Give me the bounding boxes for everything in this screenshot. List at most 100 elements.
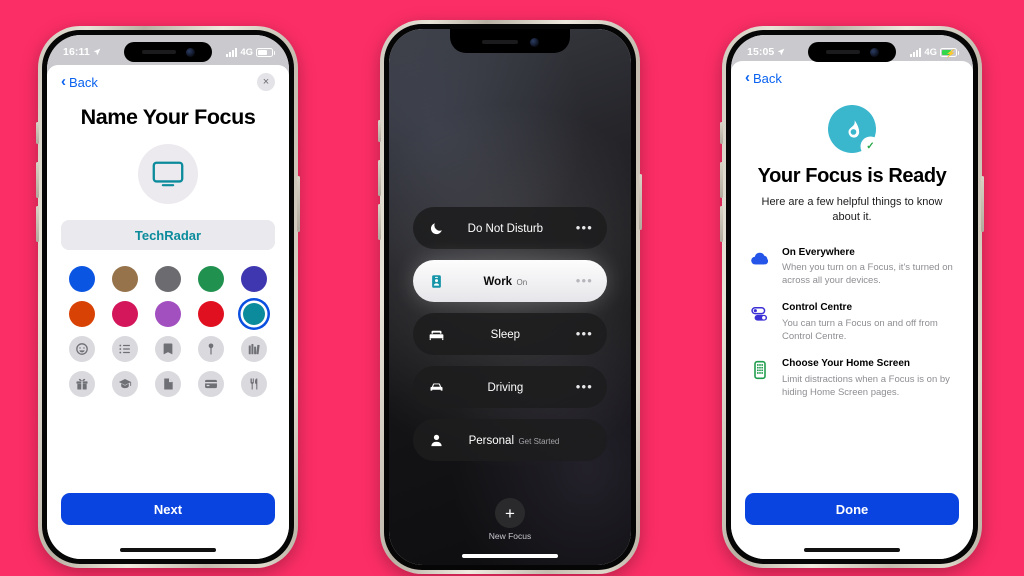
focus-name-input[interactable]: TechRadar xyxy=(61,220,275,250)
focus-ready-sheet: ‹ Back ✓ Your Focus is Ready Here are a … xyxy=(731,61,973,559)
color-swatch-blue[interactable] xyxy=(69,266,96,292)
color-swatch-brown[interactable] xyxy=(112,266,139,292)
phone-device-2: Do Not Disturb ••• Work On ••• Sleep •••… xyxy=(378,20,642,574)
focus-modes-list: Do Not Disturb ••• Work On ••• Sleep •••… xyxy=(413,207,607,461)
monitor-icon xyxy=(152,161,184,186)
color-swatch-red[interactable] xyxy=(197,301,224,327)
back-label: Back xyxy=(753,70,782,86)
focus-row-personal[interactable]: Personal Get Started xyxy=(413,419,607,461)
done-button[interactable]: Done xyxy=(745,493,959,525)
status-time: 16:11 xyxy=(63,46,101,58)
phone-device-1: 16:11 4G ‹ Back × Name Your Focus TechRa… xyxy=(36,26,300,568)
more-options-button[interactable]: ••• xyxy=(576,380,593,393)
smiley-icon-button[interactable] xyxy=(69,336,96,362)
battery-icon xyxy=(256,47,275,57)
status-time-text: 16:11 xyxy=(63,46,90,58)
focus-name: Do Not Disturb xyxy=(467,223,544,235)
feature-text: On Everywhere When you turn on a Focus, … xyxy=(782,247,959,288)
feature-text: Control Centre You can turn a Focus on a… xyxy=(782,302,959,343)
focus-status: Get Started xyxy=(518,437,560,446)
back-label: Back xyxy=(69,74,98,90)
mute-switch-3[interactable] xyxy=(720,122,723,144)
status-bar-1: 16:11 4G xyxy=(47,35,289,65)
power-button[interactable] xyxy=(297,176,300,232)
volume-up-button-2[interactable] xyxy=(378,160,381,196)
power-button-2[interactable] xyxy=(639,174,642,230)
color-swatch-teal[interactable] xyxy=(242,303,265,325)
more-options-button[interactable]: ••• xyxy=(576,221,593,234)
bookmark-icon-button[interactable] xyxy=(154,336,181,362)
focus-row-work[interactable]: Work On ••• xyxy=(413,260,607,302)
focus-row-labels: Driving xyxy=(435,378,576,396)
chevron-left-icon: ‹ xyxy=(745,69,750,86)
speaker-slot-2 xyxy=(481,40,518,44)
focus-ready-logo: ✓ xyxy=(828,105,879,155)
list-icon-button[interactable] xyxy=(112,336,139,362)
graduation-cap-icon xyxy=(119,379,132,389)
name-focus-sheet: ‹ Back × Name Your Focus TechRadar Next xyxy=(47,65,289,559)
document-icon-button[interactable] xyxy=(154,371,181,397)
home-indicator-3[interactable] xyxy=(804,548,900,552)
utensils-icon-button[interactable] xyxy=(240,371,267,397)
color-swatch-indigo[interactable] xyxy=(240,266,267,292)
phone-device-3: 15:05 4G ⚡ ‹ Back ✓ Your Focus is Ready … xyxy=(720,26,984,568)
gift-icon xyxy=(76,378,88,390)
feature-title: Choose Your Home Screen xyxy=(782,358,910,370)
more-options-button[interactable]: ••• xyxy=(576,274,593,287)
feature-title: Control Centre xyxy=(782,302,852,314)
color-swatch-orange[interactable] xyxy=(69,301,96,327)
mute-switch[interactable] xyxy=(36,122,39,144)
volume-down-button-2[interactable] xyxy=(378,204,381,240)
focus-row-driving[interactable]: Driving ••• xyxy=(413,366,607,408)
back-button[interactable]: ‹ Back xyxy=(61,74,98,90)
volume-down-button[interactable] xyxy=(36,206,39,242)
location-arrow-icon xyxy=(778,48,785,56)
focus-name: Work xyxy=(483,276,513,288)
credit-card-icon-button[interactable] xyxy=(197,371,224,397)
focus-row-do-not-disturb[interactable]: Do Not Disturb ••• xyxy=(413,207,607,249)
focus-row-labels: Do Not Disturb xyxy=(435,219,576,237)
color-swatch-purple[interactable] xyxy=(154,301,181,327)
battery-charging-icon: ⚡ xyxy=(940,47,959,58)
mute-switch-2[interactable] xyxy=(378,120,381,142)
home-indicator-2[interactable] xyxy=(462,554,558,558)
home-indicator-1[interactable] xyxy=(120,548,216,552)
focus-icon-preview[interactable] xyxy=(138,144,198,204)
next-button[interactable]: Next xyxy=(61,493,275,525)
feature-description: You can turn a Focus on and off from Con… xyxy=(782,317,938,343)
books-icon-button[interactable] xyxy=(240,336,267,362)
screen-2: Do Not Disturb ••• Work On ••• Sleep •••… xyxy=(389,29,631,565)
add-focus-button[interactable]: + xyxy=(495,498,525,528)
focus-name: Sleep xyxy=(490,329,521,341)
features-list: On Everywhere When you turn on a Focus, … xyxy=(745,247,959,399)
focus-row-labels: Work On xyxy=(435,272,576,290)
back-button-3[interactable]: ‹ Back xyxy=(745,69,782,86)
pin-icon-button[interactable] xyxy=(197,336,224,362)
screen-3: 15:05 4G ⚡ ‹ Back ✓ Your Focus is Ready … xyxy=(731,35,973,559)
graduation-cap-icon-button[interactable] xyxy=(112,371,139,397)
status-time-3: 15:05 xyxy=(747,46,785,58)
gift-icon-button[interactable] xyxy=(69,371,96,397)
more-options-button[interactable]: ••• xyxy=(576,327,593,340)
volume-down-button-3[interactable] xyxy=(720,206,723,242)
color-swatch-green[interactable] xyxy=(197,266,224,292)
close-button[interactable]: × xyxy=(257,73,275,91)
focus-row-sleep[interactable]: Sleep ••• xyxy=(413,313,607,355)
flame-icon xyxy=(848,120,860,138)
status-bar-3: 15:05 4G ⚡ xyxy=(731,35,973,65)
volume-up-button-3[interactable] xyxy=(720,162,723,198)
network-label: 4G xyxy=(240,46,253,58)
power-button-3[interactable] xyxy=(981,176,984,232)
home-screen-icon xyxy=(749,358,771,380)
color-swatch-gray[interactable] xyxy=(154,266,181,292)
status-time-text: 15:05 xyxy=(747,46,775,58)
pin-icon xyxy=(208,343,214,355)
feature-text: Choose Your Home Screen Limit distractio… xyxy=(782,358,959,399)
close-icon: × xyxy=(262,76,270,88)
feature-on-everywhere: On Everywhere When you turn on a Focus, … xyxy=(745,247,959,288)
list-icon xyxy=(119,344,131,354)
volume-up-button[interactable] xyxy=(36,162,39,198)
color-swatch-pink[interactable] xyxy=(112,301,139,327)
cloud-icon xyxy=(749,247,771,269)
feature-title: On Everywhere xyxy=(782,246,855,258)
